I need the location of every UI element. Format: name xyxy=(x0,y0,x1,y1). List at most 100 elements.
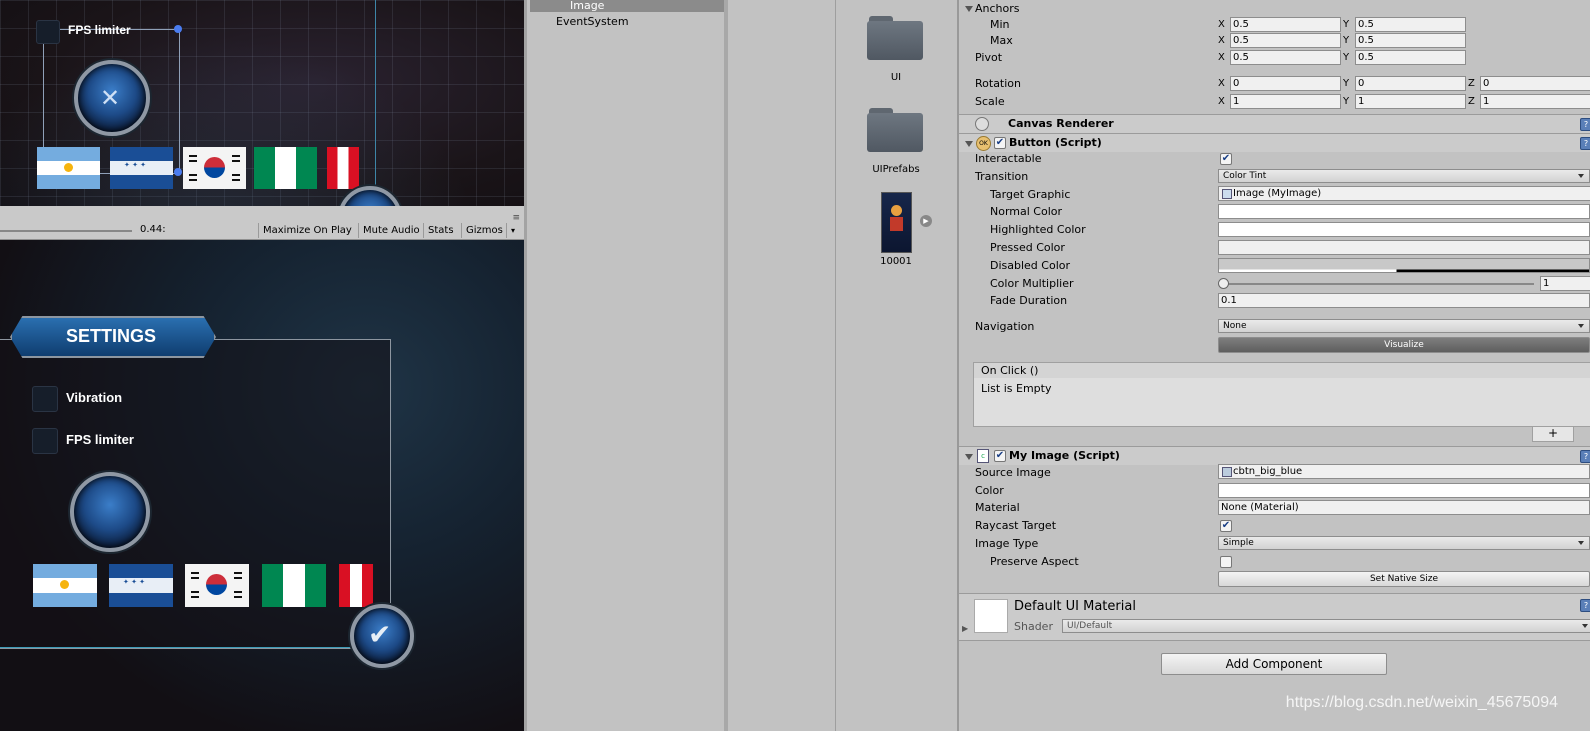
preserve-aspect-label: Preserve Aspect xyxy=(990,555,1079,568)
expand-arrow-icon[interactable]: ▶ xyxy=(920,215,932,227)
color-multiplier-slider-thumb[interactable] xyxy=(1218,278,1229,289)
gizmo-handle[interactable] xyxy=(174,168,182,176)
flag-argentina[interactable] xyxy=(33,564,97,607)
axis-y-label: Y xyxy=(1343,52,1350,63)
target-graphic-field[interactable]: Image (MyImage) xyxy=(1218,186,1590,201)
stats-button[interactable]: Stats xyxy=(423,223,458,238)
flag-argentina xyxy=(37,147,100,189)
anchor-max-x-field[interactable]: 0.5 xyxy=(1230,33,1341,48)
my-image-enabled-checkbox[interactable]: ✔ xyxy=(994,450,1006,462)
preserve-aspect-checkbox[interactable] xyxy=(1220,556,1232,568)
button-script-foldout-icon[interactable] xyxy=(965,141,973,147)
vibration-checkbox[interactable] xyxy=(32,386,58,412)
confirm-button[interactable]: ✔ xyxy=(350,604,414,668)
maximize-on-play-button[interactable]: Maximize On Play xyxy=(258,223,356,238)
round-button[interactable] xyxy=(70,472,150,552)
flag-honduras[interactable] xyxy=(109,564,173,607)
anchor-min-y-field[interactable]: 0.5 xyxy=(1355,17,1466,32)
vibration-label: Vibration xyxy=(66,390,123,405)
source-image-label: Source Image xyxy=(975,466,1051,479)
hierarchy-item-image[interactable]: Image xyxy=(570,0,604,12)
anchors-foldout-icon[interactable] xyxy=(965,6,973,12)
axis-x-label: X xyxy=(1218,19,1225,30)
gizmo-handle[interactable] xyxy=(174,25,182,33)
button-script-header[interactable]: OK ✔ Button (Script) ? xyxy=(959,133,1590,152)
interactable-checkbox[interactable]: ✔ xyxy=(1220,153,1232,165)
project-folder-tree xyxy=(728,0,836,731)
folder-icon[interactable] xyxy=(867,16,923,60)
fps-label: FPS limiter xyxy=(68,23,131,37)
hierarchy-selection xyxy=(530,0,727,12)
round-button[interactable]: ✕ xyxy=(74,60,150,136)
source-image-field[interactable]: cbtn_big_blue xyxy=(1218,464,1590,479)
shader-dropdown[interactable]: UI/Default xyxy=(1062,619,1590,633)
fade-duration-field[interactable]: 0.1 xyxy=(1218,293,1590,308)
transition-dropdown[interactable]: Color Tint xyxy=(1218,169,1590,183)
my-image-script-title: My Image (Script) xyxy=(1009,449,1120,462)
anchor-max-y-field[interactable]: 0.5 xyxy=(1355,33,1466,48)
flag-korea[interactable] xyxy=(185,564,249,607)
mute-audio-button[interactable]: Mute Audio xyxy=(358,223,424,238)
flag-peru[interactable] xyxy=(339,564,373,607)
pivot-y-field[interactable]: 0.5 xyxy=(1355,50,1466,65)
button-script-enabled-checkbox[interactable]: ✔ xyxy=(994,137,1006,149)
anchor-min-x-field[interactable]: 0.5 xyxy=(1230,17,1341,32)
image-type-dropdown[interactable]: Simple xyxy=(1218,536,1590,550)
visualize-button[interactable]: Visualize xyxy=(1218,337,1590,353)
button-script-title: Button (Script) xyxy=(1009,136,1102,149)
pressed-color-swatch[interactable] xyxy=(1218,240,1590,255)
color-multiplier-slider-track[interactable] xyxy=(1222,283,1534,285)
help-icon[interactable]: ? xyxy=(1580,137,1590,150)
character-body xyxy=(890,217,903,231)
disabled-color-swatch[interactable] xyxy=(1218,258,1590,273)
asset-label-10001[interactable]: 10001 xyxy=(836,256,956,267)
fps-limiter-label: FPS limiter xyxy=(66,432,134,447)
raycast-target-checkbox[interactable]: ✔ xyxy=(1220,520,1232,532)
rotation-y-field[interactable]: 0 xyxy=(1355,76,1466,91)
gizmos-button[interactable]: Gizmos xyxy=(461,223,507,238)
watermark: https://blog.csdn.net/weixin_45675094 xyxy=(1285,694,1558,711)
anchors-min-label: Min xyxy=(990,18,1010,31)
list-empty-label: List is Empty xyxy=(981,382,1052,395)
canvas-renderer-header[interactable]: Canvas Renderer ? xyxy=(959,114,1590,133)
hierarchy-item-eventsystem[interactable]: EventSystem xyxy=(556,15,629,28)
material-field[interactable]: None (Material) xyxy=(1218,500,1590,515)
scale-y-field[interactable]: 1 xyxy=(1355,94,1466,109)
game-view[interactable]: SETTINGS Vibration FPS limiter ✔ xyxy=(0,240,524,731)
expand-arrow-icon[interactable]: ▶ xyxy=(962,624,968,633)
add-component-button[interactable]: Add Component xyxy=(1161,653,1387,675)
help-icon[interactable]: ? xyxy=(1580,450,1590,463)
normal-color-swatch[interactable] xyxy=(1218,204,1590,219)
help-icon[interactable]: ? xyxy=(1580,599,1590,612)
target-graphic-value: Image (MyImage) xyxy=(1233,188,1322,199)
checkmark-icon: ✔ xyxy=(368,618,392,651)
help-icon[interactable]: ? xyxy=(1580,118,1590,131)
asset-label-uiprefabs[interactable]: UIPrefabs xyxy=(836,164,956,175)
rotation-x-field[interactable]: 0 xyxy=(1230,76,1341,91)
color-multiplier-field[interactable]: 1 xyxy=(1540,276,1590,291)
pivot-x-field[interactable]: 0.5 xyxy=(1230,50,1341,65)
folder-icon[interactable] xyxy=(867,108,923,152)
scene-view[interactable]: FPS limiter ✕ xyxy=(0,0,524,206)
asset-label-ui[interactable]: UI xyxy=(836,72,956,83)
flag-nigeria[interactable] xyxy=(262,564,326,607)
rotation-z-field[interactable]: 0 xyxy=(1480,76,1590,91)
add-listener-button[interactable]: + xyxy=(1532,427,1574,442)
scale-slider[interactable] xyxy=(0,230,132,232)
highlighted-color-swatch[interactable] xyxy=(1218,222,1590,237)
target-graphic-label: Target Graphic xyxy=(990,188,1071,201)
gizmos-dropdown-icon[interactable]: ▾ xyxy=(506,223,519,238)
sprite-thumbnail[interactable] xyxy=(881,192,912,253)
panel-splitter[interactable]: ≡ xyxy=(0,206,524,223)
set-native-size-button[interactable]: Set Native Size xyxy=(1218,571,1590,587)
scale-x-field[interactable]: 1 xyxy=(1230,94,1341,109)
image-color-swatch[interactable] xyxy=(1218,483,1590,498)
fade-duration-label: Fade Duration xyxy=(990,294,1068,307)
navigation-dropdown[interactable]: None xyxy=(1218,319,1590,333)
axis-y-label: Y xyxy=(1343,19,1350,30)
scale-z-field[interactable]: 1 xyxy=(1480,94,1590,109)
my-image-script-header[interactable]: c ✔ My Image (Script) ? xyxy=(959,446,1590,465)
my-image-foldout-icon[interactable] xyxy=(965,454,973,460)
fps-limiter-checkbox[interactable] xyxy=(32,428,58,454)
raycast-target-label: Raycast Target xyxy=(975,519,1057,532)
